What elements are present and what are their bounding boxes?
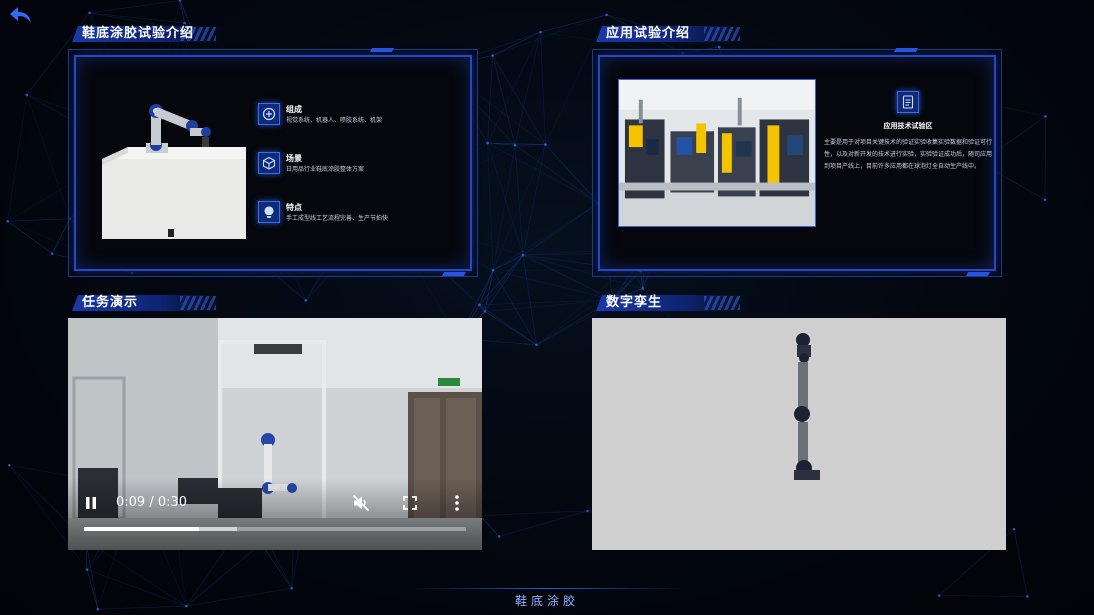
- feature-title: 组成: [286, 105, 302, 114]
- plus-circle-icon: [258, 103, 280, 125]
- video-progress-bar[interactable]: [84, 527, 466, 531]
- test-area-photo: [618, 79, 816, 227]
- app-block-title: 应用技术试验区: [883, 122, 933, 130]
- section-title-app-intro: 应用试验介绍: [596, 25, 756, 43]
- video-controls: 0:09 / 0:30: [68, 478, 482, 550]
- feature-list: 组成 视觉系统、机器人、喷胶系统、机架 场景 日用品行业鞋底涂胶整体方案 特点 …: [258, 103, 458, 250]
- feature-item-scene: 场景 日用品行业鞋底涂胶整体方案: [258, 152, 458, 201]
- app-info-block: 应用技术试验区 主要是用于对项目关键技术的验证实验收集实验数据和验证可行性，以及…: [824, 91, 992, 173]
- section-title-digital-twin: 数字孪生: [596, 294, 756, 312]
- panel-shoe-intro: 组成 视觉系统、机器人、喷胶系统、机架 场景 日用品行业鞋底涂胶整体方案 特点 …: [68, 48, 478, 277]
- digital-twin-viewport[interactable]: [592, 318, 1006, 550]
- lightbulb-icon: [258, 201, 280, 223]
- video-duration: 0:30: [157, 495, 188, 510]
- back-arrow-icon[interactable]: [8, 4, 34, 26]
- app-block-desc: 主要是用于对项目关键技术的验证实验收集实验数据和验证可行性，以及对新开发的技术进…: [824, 139, 993, 170]
- feature-item-traits: 特点 手工成型线工艺流程完善、生产节拍快: [258, 201, 458, 250]
- feature-desc: 视觉系统、机器人、喷胶系统、机架: [286, 117, 383, 124]
- video-time-separator: /: [145, 495, 158, 510]
- more-options-icon[interactable]: [452, 494, 462, 512]
- section-title-task-demo: 任务演示: [72, 294, 232, 312]
- robot-product-image: [102, 104, 246, 239]
- video-played: [84, 527, 199, 531]
- panel-app-intro: 应用技术试验区 主要是用于对项目关键技术的验证实验收集实验数据和验证可行性，以及…: [592, 48, 1002, 277]
- dashboard: 鞋底涂胶试验介绍 组成 视觉系统、机器人、喷胶系统、机架 场景 日用品行业鞋底涂…: [0, 0, 1094, 615]
- mute-icon[interactable]: [352, 494, 370, 512]
- document-icon: [897, 91, 919, 113]
- digital-twin-robot: [592, 318, 1006, 550]
- feature-desc: 手工成型线工艺流程完善、生产节拍快: [286, 215, 389, 222]
- footer-divider: [410, 588, 684, 589]
- video-current-time: 0:09: [116, 495, 146, 510]
- footer-title: 鞋底涂胶: [514, 594, 579, 608]
- feature-title: 场景: [286, 154, 302, 163]
- feature-desc: 日用品行业鞋底涂胶整体方案: [286, 166, 365, 173]
- section-title-shoe-intro: 鞋底涂胶试验介绍: [72, 25, 232, 43]
- feature-item-composition: 组成 视觉系统、机器人、喷胶系统、机架: [258, 103, 458, 152]
- cube-icon: [258, 152, 280, 174]
- pause-icon[interactable]: [84, 496, 98, 510]
- video-time: 0:09 / 0:30: [116, 495, 187, 510]
- feature-title: 特点: [286, 203, 302, 212]
- fullscreen-icon[interactable]: [402, 495, 418, 511]
- video-player[interactable]: 0:09 / 0:30: [68, 318, 482, 550]
